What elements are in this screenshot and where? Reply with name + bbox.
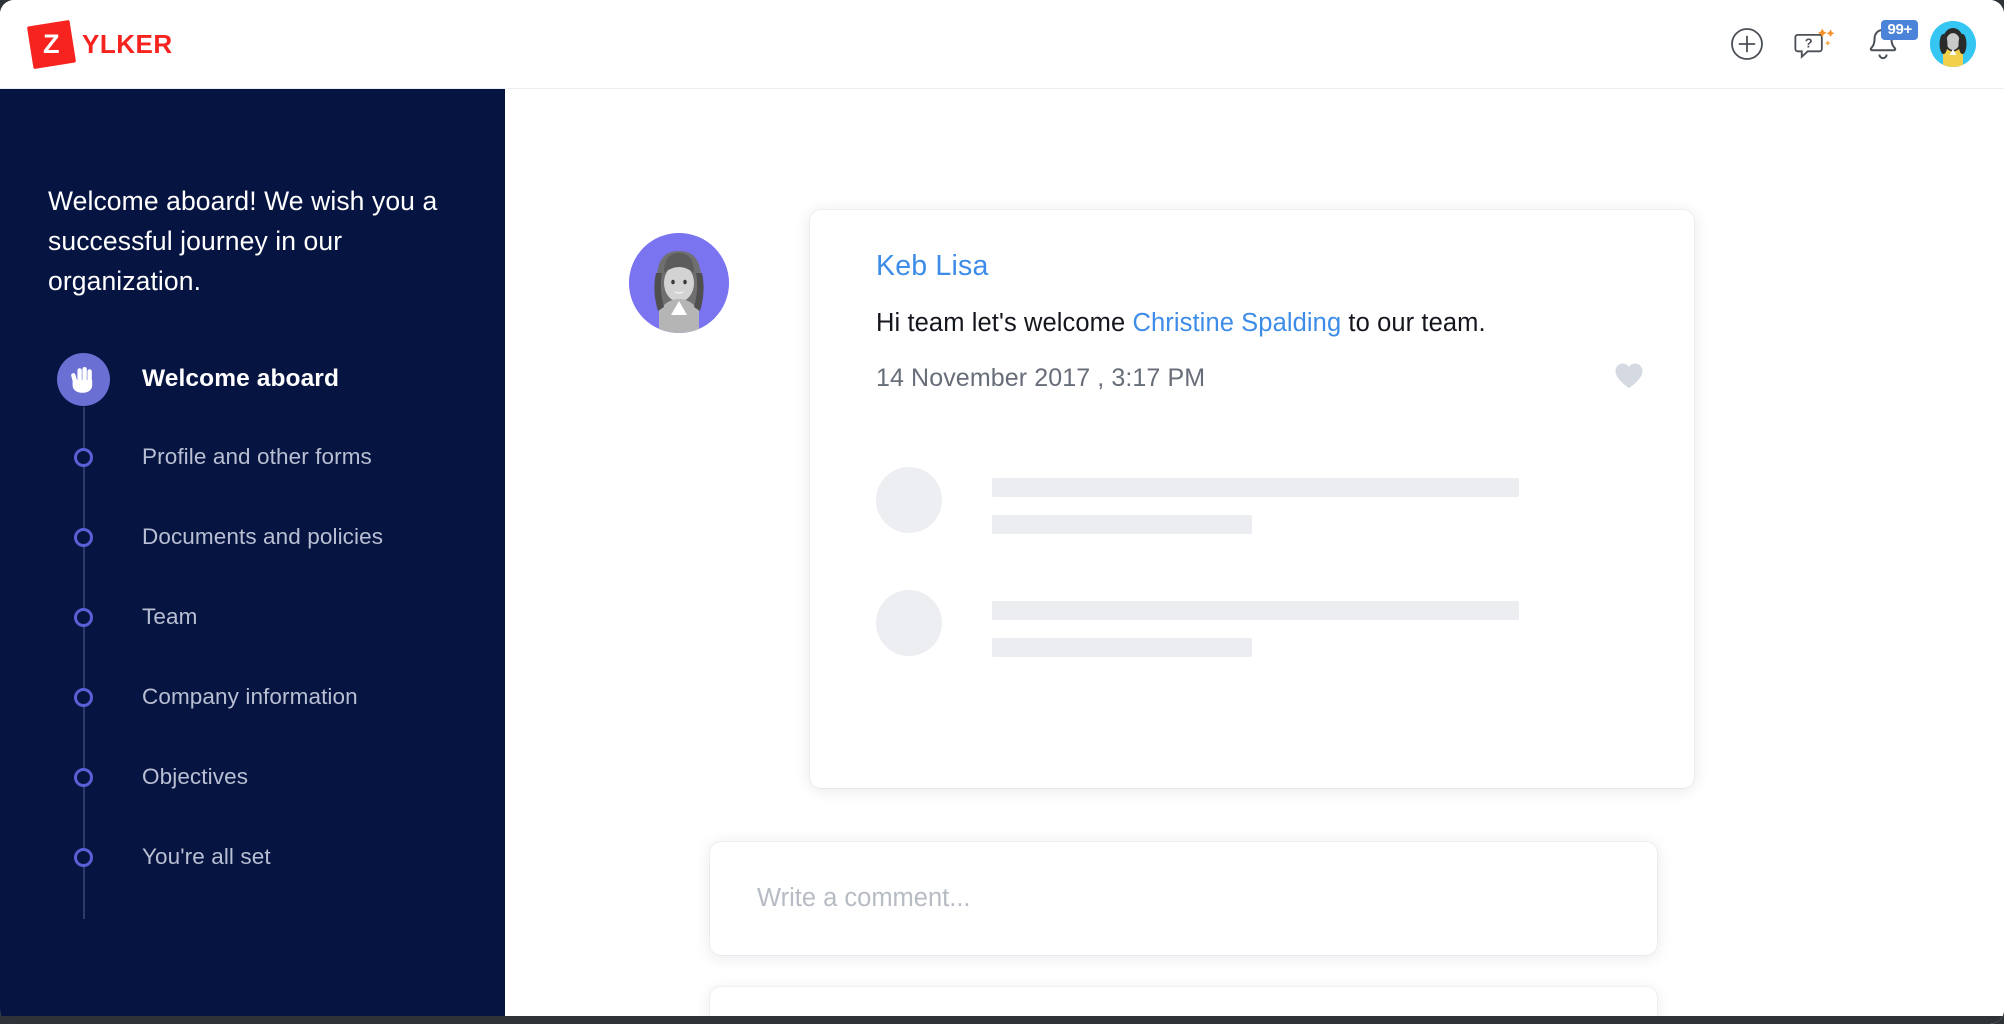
step-dot-icon bbox=[73, 527, 93, 547]
sidebar-item-profile-and-other-forms[interactable]: Profile and other forms bbox=[48, 433, 505, 481]
logo-letter: Z bbox=[43, 28, 60, 59]
heart-icon-glyph bbox=[1615, 363, 1643, 388]
sidebar-item-label: Profile and other forms bbox=[142, 444, 372, 470]
sidebar-item-label: You're all set bbox=[142, 844, 271, 870]
brand-name: YLKER bbox=[82, 28, 173, 59]
post-row: Keb Lisa Hi team let's welcome Christine… bbox=[629, 210, 1694, 788]
onboarding-stepper: Welcome aboard Profile and other forms D… bbox=[0, 352, 505, 920]
feed: Keb Lisa Hi team let's welcome Christine… bbox=[629, 210, 1694, 1024]
step-dot-wrap bbox=[48, 767, 118, 787]
sidebar-item-label: Documents and policies bbox=[142, 524, 384, 550]
skeleton-avatar bbox=[876, 467, 942, 533]
step-dot-wrap bbox=[48, 527, 118, 547]
comment-input[interactable] bbox=[757, 884, 1577, 913]
notifications-bell-icon[interactable]: 99+ bbox=[1862, 20, 1918, 65]
step-dot-icon bbox=[73, 607, 93, 627]
step-dot-wrap bbox=[48, 687, 118, 707]
comment-skeleton-list bbox=[876, 467, 1650, 657]
waving-hand-icon bbox=[56, 352, 110, 406]
skeleton-bar-long bbox=[992, 478, 1519, 497]
step-dot-icon bbox=[73, 767, 93, 787]
sidebar-item-company-information[interactable]: Company information bbox=[48, 673, 505, 721]
post-meta-row: 14 November 2017 , 3:17 PM bbox=[876, 362, 1650, 395]
skeleton-lines bbox=[992, 590, 1519, 657]
post-body-prefix: Hi team let's welcome bbox=[876, 309, 1133, 337]
sidebar-item-label: Team bbox=[142, 604, 198, 630]
post-body-suffix: to our team. bbox=[1341, 309, 1486, 337]
post-author-avatar[interactable] bbox=[629, 233, 729, 333]
sidebar-item-objectives[interactable]: Objectives bbox=[48, 753, 505, 801]
main-content: Keb Lisa Hi team let's welcome Christine… bbox=[505, 89, 2004, 1024]
sidebar: Welcome aboard! We wish you a successful… bbox=[0, 89, 505, 1024]
step-dot-wrap bbox=[48, 352, 118, 406]
comment-box[interactable] bbox=[710, 842, 1657, 955]
sidebar-item-team[interactable]: Team bbox=[48, 593, 505, 641]
add-icon-glyph bbox=[1731, 28, 1763, 60]
skeleton-lines bbox=[992, 467, 1519, 534]
post-author-name[interactable]: Keb Lisa bbox=[876, 250, 989, 283]
post-body: Hi team let's welcome Christine Spalding… bbox=[876, 309, 1650, 338]
notification-count-badge: 99+ bbox=[1881, 20, 1918, 40]
skeleton-bar-long bbox=[992, 601, 1519, 620]
skeleton-bar-short bbox=[992, 638, 1252, 657]
user-avatar[interactable] bbox=[1930, 21, 1976, 67]
help-sparkle-icon-glyph: ? bbox=[1794, 28, 1835, 59]
sidebar-item-welcome-aboard[interactable]: Welcome aboard bbox=[48, 352, 505, 406]
svg-text:?: ? bbox=[1805, 36, 1813, 51]
step-dot-wrap bbox=[48, 847, 118, 867]
step-dot-wrap bbox=[48, 607, 118, 627]
post-card: Keb Lisa Hi team let's welcome Christine… bbox=[810, 210, 1694, 788]
skeleton-avatar bbox=[876, 590, 942, 656]
sidebar-item-label: Company information bbox=[142, 684, 358, 710]
skeleton-bar-short bbox=[992, 515, 1252, 534]
user-avatar-photo bbox=[1930, 21, 1976, 67]
comment-skeleton-row bbox=[876, 590, 1650, 657]
window-bottom-edge bbox=[0, 1016, 2004, 1024]
post-mention[interactable]: Christine Spalding bbox=[1132, 309, 1341, 337]
sidebar-item-documents-and-policies[interactable]: Documents and policies bbox=[48, 513, 505, 561]
step-dot-icon bbox=[73, 847, 93, 867]
sidebar-item-label: Welcome aboard bbox=[142, 365, 340, 393]
app-window: Z YLKER ? 99+ Welcome aboard! We wish yo… bbox=[0, 0, 2004, 1024]
step-dot-wrap bbox=[48, 447, 118, 467]
waving-hand-icon-glyph bbox=[71, 367, 93, 394]
comment-skeleton-row bbox=[876, 467, 1650, 534]
heart-icon[interactable] bbox=[1614, 362, 1644, 395]
brand-logo[interactable]: Z YLKER bbox=[26, 19, 173, 69]
sidebar-item-youre-all-set[interactable]: You're all set bbox=[48, 833, 505, 881]
top-bar: Z YLKER ? 99+ bbox=[0, 0, 2004, 89]
step-dot-icon bbox=[73, 447, 93, 467]
sidebar-item-label: Objectives bbox=[142, 764, 249, 790]
post-timestamp: 14 November 2017 , 3:17 PM bbox=[876, 364, 1206, 392]
help-sparkle-icon[interactable]: ? bbox=[1794, 23, 1836, 65]
step-dot-icon bbox=[73, 687, 93, 707]
sidebar-welcome-message: Welcome aboard! We wish you a successful… bbox=[48, 186, 438, 296]
topbar-actions: ? 99+ bbox=[1726, 20, 1976, 67]
add-icon[interactable] bbox=[1726, 23, 1768, 65]
post-author-avatar-photo bbox=[629, 233, 729, 333]
zylker-logo-mark: Z bbox=[26, 19, 77, 69]
